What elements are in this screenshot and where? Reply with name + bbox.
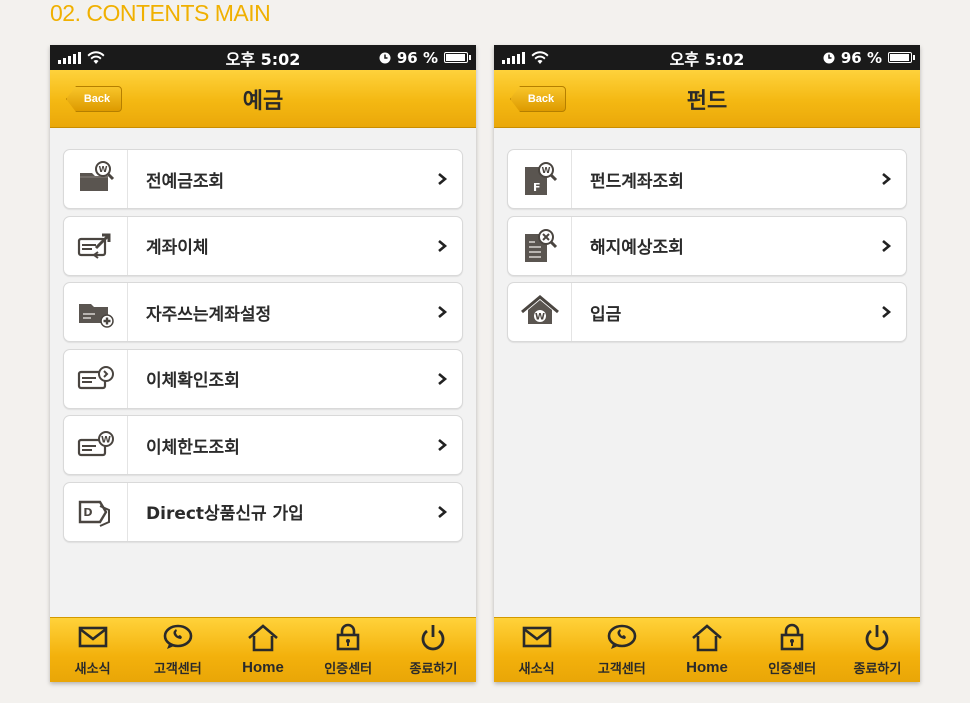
menu-item-label: 전예금조회 <box>146 171 225 192</box>
card-check-icon <box>64 349 128 408</box>
menu-item-label: 이체확인조회 <box>146 371 240 391</box>
phone-screen-deposit: 오후 5:02 96 % Back 예금 W 전예금조회계좌이체자주쓰는계좌설정이… <box>50 45 476 682</box>
chat-icon <box>606 623 638 655</box>
menu-item-label: Direct상품신규 가입 <box>146 504 304 524</box>
tab-label: 고객센터 <box>597 662 646 677</box>
page-title: 펀드 <box>686 88 728 114</box>
status-time: 오후 5:02 <box>225 49 301 69</box>
svg-text:W: W <box>101 436 111 446</box>
menu-item-label: 입금 <box>590 304 622 325</box>
battery-percent: 96 % <box>840 48 882 67</box>
menu-item-label: 자주쓰는계좌설정 <box>146 304 272 325</box>
tab-home[interactable]: Home <box>220 618 305 682</box>
svg-text:W: W <box>98 165 107 174</box>
section-title: 02. CONTENTS MAIN <box>50 0 271 26</box>
direct-product-icon: D <box>64 482 128 541</box>
folder-won-search-icon: W <box>64 150 128 208</box>
menu-item[interactable]: W 이체한도조회 <box>63 415 463 475</box>
chevron-right-icon <box>422 239 462 253</box>
navbar: Back 펀드 <box>494 70 920 128</box>
tab-mail[interactable]: 새소식 <box>50 618 135 682</box>
tab-label: 새소식 <box>518 662 555 677</box>
home-icon <box>691 624 723 656</box>
card-transfer-icon <box>64 216 128 275</box>
status-bar: 오후 5:02 96 % <box>50 45 476 70</box>
clock-icon <box>379 52 391 63</box>
tab-label: 새소식 <box>74 662 111 677</box>
menu-item[interactable]: F W 펀드계좌조회 <box>507 149 907 209</box>
menu-item[interactable]: D Direct상품신규 가입 <box>63 481 463 542</box>
wifi-icon <box>87 50 105 64</box>
mail-icon <box>521 623 553 655</box>
menu-item[interactable]: W 전예금조회 <box>63 149 463 209</box>
page-title: 예금 <box>242 88 284 114</box>
house-won-icon: W <box>508 283 572 341</box>
tab-label: Home <box>242 659 284 676</box>
status-bar: 오후 5:02 96 % <box>494 45 920 70</box>
menu-item-label: 이체한도조회 <box>146 437 240 458</box>
fund-search-icon: FW <box>508 150 572 208</box>
menu-item[interactable]: W 입금 <box>507 282 907 342</box>
menu-item[interactable]: 해지예상조회 <box>507 215 907 276</box>
chevron-right-icon <box>422 505 462 519</box>
chevron-right-icon <box>866 172 906 186</box>
tab-mail[interactable]: 새소식 <box>494 618 579 682</box>
chevron-right-icon <box>866 305 906 319</box>
power-icon <box>861 623 893 655</box>
battery-percent: 96 % <box>396 48 438 67</box>
tab-label: 고객센터 <box>153 662 202 677</box>
tab-chat[interactable]: 고객센터 <box>135 618 220 682</box>
home-icon <box>247 624 279 656</box>
power-icon <box>417 623 449 655</box>
svg-text:F: F <box>533 181 541 194</box>
navbar: Back 예금 <box>50 70 476 128</box>
chat-icon <box>162 623 194 655</box>
chevron-right-icon <box>866 239 906 253</box>
menu-item[interactable]: 계좌이체 <box>63 215 463 276</box>
chevron-right-icon <box>422 305 462 319</box>
lock-icon <box>332 623 364 655</box>
signal-icon <box>502 51 525 64</box>
signal-icon <box>58 51 81 64</box>
menu-item-label: 계좌이체 <box>146 238 209 258</box>
chevron-right-icon <box>422 438 462 452</box>
back-button[interactable]: Back <box>66 86 122 112</box>
menu-item-label: 펀드계좌조회 <box>590 171 684 192</box>
battery-icon <box>888 52 915 63</box>
chevron-right-icon <box>422 372 462 386</box>
svg-text:D: D <box>83 506 92 519</box>
menu-item-label: 해지예상조회 <box>590 238 684 258</box>
tab-lock[interactable]: 인증센터 <box>750 618 835 682</box>
svg-text:W: W <box>541 166 550 175</box>
tab-label: 종료하기 <box>409 662 458 677</box>
tab-bar: 새소식 고객센터 Home 인증센터 종료하기 <box>494 617 920 682</box>
chevron-right-icon <box>422 172 462 186</box>
tab-label: 인증센터 <box>768 662 817 677</box>
card-won-icon: W <box>64 416 128 474</box>
tab-home[interactable]: Home <box>664 618 749 682</box>
tab-label: Home <box>686 659 728 676</box>
wifi-icon <box>531 50 549 64</box>
tab-label: 인증센터 <box>324 662 373 677</box>
phone-screen-fund: 오후 5:02 96 % Back 펀드 F W 펀드계좌조회 해지예상조회 W 입금 새… <box>494 45 920 682</box>
tab-bar: 새소식 고객센터 Home 인증센터 종료하기 <box>50 617 476 682</box>
status-time: 오후 5:02 <box>669 49 745 69</box>
menu-list: W 전예금조회계좌이체자주쓰는계좌설정이체확인조회 W 이체한도조회 D Direct상품… <box>50 128 476 542</box>
clock-icon <box>823 52 835 63</box>
back-button[interactable]: Back <box>510 86 566 112</box>
lock-icon <box>776 623 808 655</box>
tab-lock[interactable]: 인증센터 <box>306 618 391 682</box>
menu-item[interactable]: 이체확인조회 <box>63 348 463 409</box>
tab-chat[interactable]: 고객센터 <box>579 618 664 682</box>
menu-list: F W 펀드계좌조회 해지예상조회 W 입금 <box>494 128 920 342</box>
menu-item[interactable]: 자주쓰는계좌설정 <box>63 282 463 342</box>
svg-text:W: W <box>535 313 545 323</box>
folder-add-icon <box>64 283 128 341</box>
tab-power[interactable]: 종료하기 <box>391 618 476 682</box>
battery-icon <box>444 52 471 63</box>
tab-label: 종료하기 <box>853 662 902 677</box>
mail-icon <box>77 623 109 655</box>
tab-power[interactable]: 종료하기 <box>835 618 920 682</box>
cancel-search-icon <box>508 216 572 275</box>
